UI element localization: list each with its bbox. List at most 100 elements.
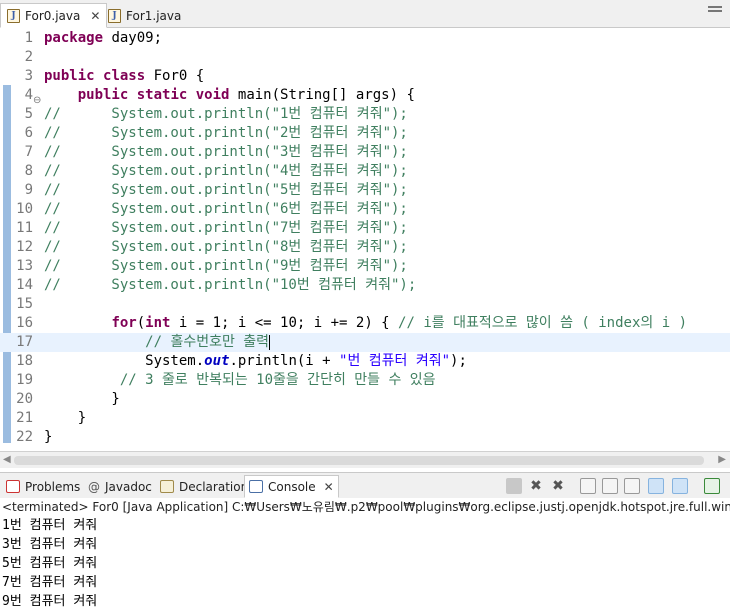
line-number: 4 — [24, 87, 33, 103]
console-output[interactable]: 1번 컴퓨터 켜줘 3번 컴퓨터 켜줘 5번 컴퓨터 켜줘 7번 컴퓨터 켜줘 9번 컴… — [0, 516, 730, 612]
code-token: // System.out.println("3번 컴퓨터 켜줘"); — [44, 144, 408, 160]
tab-for0-java[interactable]: J For0.java ✕ — [0, 3, 108, 28]
line-number: 14 — [16, 277, 33, 293]
console-line: 5번 컴퓨터 켜줘 — [2, 556, 98, 571]
code-line[interactable]: 19 // 3 줄로 반복되는 10줄을 간단히 만들 수 있음 — [0, 371, 730, 390]
code-line[interactable]: 13 // System.out.println("9번 컴퓨터 켜줘"); — [0, 257, 730, 276]
code-line[interactable]: 2 — [0, 48, 730, 67]
declaration-icon — [160, 480, 174, 493]
console-launch-label: <terminated> For0 [Java Application] C:₩… — [0, 498, 730, 516]
code-text: // System.out.println("2번 컴퓨터 켜줘"); — [44, 124, 408, 143]
code-token: void — [195, 87, 230, 103]
scroll-left-icon[interactable]: ◀ — [3, 454, 11, 465]
code-token: for — [111, 315, 137, 331]
show-on-stderr-icon[interactable] — [672, 478, 688, 494]
show-on-stdout-icon[interactable] — [648, 478, 664, 494]
code-line[interactable]: 11 // System.out.println("7번 컴퓨터 켜줘"); — [0, 219, 730, 238]
code-line[interactable]: 10 // System.out.println("6번 컴퓨터 켜줘"); — [0, 200, 730, 219]
line-number: 21 — [16, 410, 33, 426]
horizontal-scrollbar[interactable]: ◀ ▶ — [0, 451, 730, 468]
code-text: // System.out.println("7번 컴퓨터 켜줘"); — [44, 219, 408, 238]
code-text: // 홀수번호만 출력 — [44, 333, 271, 352]
code-token: } — [44, 391, 120, 407]
code-token: ( — [136, 315, 146, 331]
line-number: 13 — [16, 258, 33, 274]
tab-declaration[interactable]: Declaration — [156, 475, 252, 498]
code-line[interactable]: 1 package day09; — [0, 29, 730, 48]
code-text: public static void main(String[] args) { — [44, 86, 415, 105]
close-tab-icon[interactable]: ✕ — [90, 9, 100, 23]
code-token: package — [44, 30, 104, 46]
line-number: 9 — [24, 182, 33, 198]
code-text: public class For0 { — [44, 67, 204, 86]
code-token: For0 { — [145, 68, 205, 84]
code-line[interactable]: 5 // System.out.println("1번 컴퓨터 켜줘"); — [0, 105, 730, 124]
code-line[interactable]: 20 } — [0, 390, 730, 409]
word-wrap-icon[interactable] — [624, 478, 640, 494]
pin-console-icon[interactable] — [704, 478, 720, 494]
scrollbar-thumb[interactable] — [14, 456, 704, 465]
code-line[interactable]: 8 // System.out.println("4번 컴퓨터 켜줘"); — [0, 162, 730, 181]
tab-console[interactable]: Console ✕ — [244, 475, 339, 498]
tab-javadoc[interactable]: @ Javadoc — [84, 475, 156, 498]
line-number: 22 — [16, 429, 33, 445]
remove-launch-icon[interactable]: ✖ — [528, 478, 544, 494]
code-line[interactable]: 15 — [0, 295, 730, 314]
code-token: // System.out.println("5번 컴퓨터 켜줘"); — [44, 182, 408, 198]
code-text: // 3 줄로 반복되는 10줄을 간단히 만들 수 있음 — [44, 371, 436, 390]
code-token: // System.out.println("9번 컴퓨터 켜줘"); — [44, 258, 408, 274]
code-token: static — [136, 87, 188, 103]
tab-for1-java[interactable]: J For1.java — [102, 3, 187, 28]
code-line[interactable]: 6 // System.out.println("2번 컴퓨터 켜줘"); — [0, 124, 730, 143]
code-line[interactable]: 4 ⊖ public static void main(String[] args… — [0, 86, 730, 106]
line-number: 20 — [16, 391, 33, 407]
code-line[interactable]: 21 } — [0, 409, 730, 428]
code-line[interactable]: 3 public class For0 { — [0, 67, 730, 86]
code-text: System.out.println(i + "번 컴퓨터 켜줘"); — [44, 352, 467, 371]
tab-label: Problems — [25, 479, 81, 494]
code-text: // System.out.println("4번 컴퓨터 켜줘"); — [44, 162, 408, 181]
tab-label: Declaration — [179, 479, 249, 494]
code-token: // i를 대표적으로 많이 씀 ( index의 i ) — [398, 315, 687, 331]
tab-problems[interactable]: Problems — [2, 475, 84, 498]
remove-all-terminated-icon[interactable]: ✖ — [550, 478, 566, 494]
line-number: 1 — [24, 30, 33, 46]
line-number: 3 — [24, 68, 33, 84]
code-line[interactable]: 9 // System.out.println("5번 컴퓨터 켜줘"); — [0, 181, 730, 200]
view-tab-bar: Problems @ Javadoc Declaration Console ✕… — [0, 472, 730, 498]
line-number: 2 — [24, 49, 33, 65]
console-line: 1번 컴퓨터 켜줘 — [2, 518, 98, 533]
terminate-icon[interactable] — [506, 478, 522, 494]
code-line[interactable]: 18 System.out.println(i + "번 컴퓨터 켜줘"); — [0, 352, 730, 371]
code-token: main(String[] args) { — [229, 87, 415, 103]
code-line[interactable]: 14 // System.out.println("10번 컴퓨터 켜줘"); — [0, 276, 730, 295]
code-token: ); — [450, 353, 467, 369]
code-token: "번 컴퓨터 켜줘" — [339, 353, 451, 369]
scroll-lock-icon[interactable] — [602, 478, 618, 494]
code-line[interactable]: 22} — [0, 428, 730, 447]
javadoc-icon: @ — [88, 479, 100, 494]
tab-label: Javadoc — [105, 479, 152, 494]
code-text: // System.out.println("6번 컴퓨터 켜줘"); — [44, 200, 408, 219]
scroll-right-icon[interactable]: ▶ — [718, 454, 726, 465]
view-menu-icon[interactable] — [708, 6, 722, 14]
line-number: 15 — [16, 296, 33, 312]
code-editor[interactable]: 1 package day09; 2 3 public class For0 {4 ⊖ p… — [0, 29, 730, 451]
code-text: // System.out.println("8번 컴퓨터 켜줘"); — [44, 238, 408, 257]
close-tab-icon[interactable]: ✕ — [324, 480, 334, 494]
code-line[interactable]: 16 for(int i = 1; i <= 10; i += 2) { // … — [0, 314, 730, 333]
clear-console-icon[interactable] — [580, 478, 596, 494]
eclipse-window: J For0.java ✕ J For1.java 1 package day09… — [0, 0, 730, 612]
code-line[interactable]: 12 // System.out.println("8번 컴퓨터 켜줘"); — [0, 238, 730, 257]
code-token: public — [44, 68, 95, 84]
code-token: } — [44, 410, 87, 426]
line-number: 16 — [16, 315, 33, 331]
code-line[interactable]: 17 // 홀수번호만 출력 — [0, 333, 730, 352]
code-token: public — [77, 87, 129, 103]
code-line[interactable]: 7 // System.out.println("3번 컴퓨터 켜줘"); — [0, 143, 730, 162]
code-text: } — [44, 428, 52, 447]
